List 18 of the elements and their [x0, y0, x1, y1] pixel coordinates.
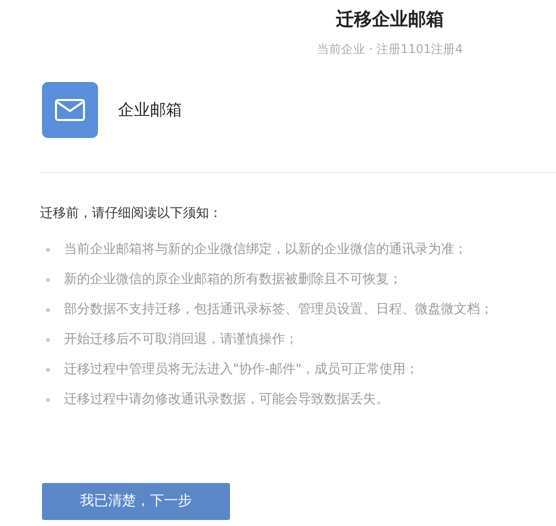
notice-item: 迁移过程中请勿修改通讯录数据，可能会导致数据丢失。	[64, 391, 389, 410]
notice-item: 迁移过程中管理员将无法进入"协作-邮件"，成员可正常使用；	[64, 361, 419, 380]
bullet-icon	[46, 368, 50, 372]
app-name: 企业邮箱	[118, 99, 182, 121]
notice-item: 部分数据不支持迁移，包括通讯录标签、管理员设置、日程、微盘微文档；	[64, 301, 493, 320]
notice-item: 当前企业邮箱将与新的企业微信绑定，以新的企业微信的通讯录为准；	[64, 241, 467, 260]
bullet-icon	[46, 338, 50, 342]
notice-item: 开始迁移后不可取消回退，请谨慎操作；	[64, 331, 298, 350]
bullet-icon	[46, 248, 50, 252]
page-title: 迁移企业邮箱	[336, 8, 444, 32]
notice-item: 新的企业微信的原企业邮箱的所有数据被删除且不可恢复；	[64, 271, 402, 290]
bullet-icon	[46, 278, 50, 282]
next-step-button[interactable]: 我已清楚，下一步	[42, 483, 230, 520]
notice-heading: 迁移前，请仔细阅读以下须知：	[40, 205, 223, 223]
mail-app-icon	[42, 82, 98, 138]
bullet-icon	[46, 308, 50, 312]
page-subtitle: 当前企业 · 注册1101注册4	[317, 41, 463, 58]
bullet-icon	[46, 398, 50, 402]
